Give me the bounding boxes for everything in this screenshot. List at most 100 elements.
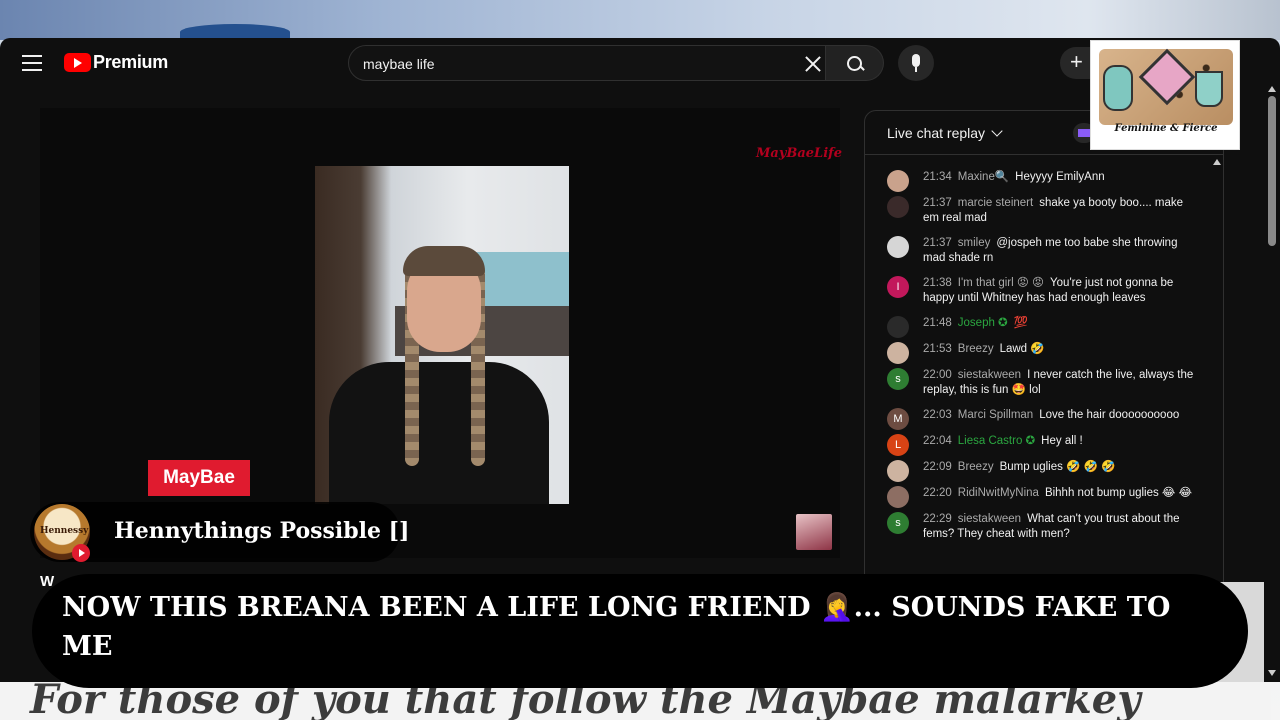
chat-body: Bump uglies 🤣 🤣 🤣 xyxy=(999,461,1116,473)
chat-avatar[interactable]: I xyxy=(887,276,909,298)
channel-watermark: MayBaeLife xyxy=(756,146,842,161)
chat-message-text: 22:04 Liesa Castro ✪ Hey all ! xyxy=(923,434,1195,449)
chat-message[interactable]: 21:37 marcie steinert shake ya booty boo..… xyxy=(865,191,1215,231)
chat-message[interactable]: 21:34 Maxine🔍 Heyyyy EmilyAnn xyxy=(865,165,1215,192)
chat-body: Lawd 🤣 xyxy=(999,343,1045,355)
chat-author[interactable]: Breezy xyxy=(958,343,994,355)
menu-icon[interactable] xyxy=(22,55,42,71)
chat-avatar[interactable] xyxy=(887,342,909,364)
logo-premium-text: Premium xyxy=(93,52,168,72)
chat-message-text: 21:37 smiley @jospeh me too babe she throw… xyxy=(923,236,1195,266)
chat-timestamp: 21:37 xyxy=(923,237,952,249)
chat-avatar[interactable] xyxy=(887,236,909,258)
chat-avatar[interactable]: s xyxy=(887,512,909,534)
chat-timestamp: 22:20 xyxy=(923,487,952,499)
chat-avatar[interactable] xyxy=(887,460,909,482)
background-sky xyxy=(0,0,1280,40)
chat-timestamp: 21:48 xyxy=(923,317,952,329)
chat-timestamp: 21:37 xyxy=(923,197,952,209)
maybae-overlay-label: MayBae xyxy=(148,460,250,496)
chat-timestamp: 21:53 xyxy=(923,343,952,355)
peace-hand-icon xyxy=(1103,65,1133,111)
end-screen-thumbnail[interactable] xyxy=(796,514,832,550)
chat-timestamp: 22:29 xyxy=(923,513,952,525)
chat-body: Heyyyy EmilyAnn xyxy=(1015,171,1105,183)
chat-avatar[interactable] xyxy=(887,196,909,218)
youtube-badge-icon xyxy=(72,544,90,562)
clear-search-icon[interactable] xyxy=(803,54,823,74)
chat-message[interactable]: 21:37 smiley @jospeh me too babe she throw… xyxy=(865,231,1215,271)
chat-avatar[interactable] xyxy=(887,170,909,192)
chat-author[interactable]: siestakween xyxy=(958,513,1021,525)
chat-message[interactable]: s 22:29 siestakween What can't you trust ab… xyxy=(865,507,1215,547)
chat-timestamp: 22:00 xyxy=(923,369,952,381)
chat-author[interactable]: RidiNwitMyNina xyxy=(958,487,1039,499)
video-frame xyxy=(315,166,569,504)
chat-message[interactable]: 22:20 RidiNwitMyNina Bihhh not bump uglies… xyxy=(865,481,1215,508)
chat-author[interactable]: Marci Spillman xyxy=(958,409,1033,421)
chat-message[interactable]: 22:09 Breezy Bump uglies 🤣 🤣 🤣 xyxy=(865,455,1215,482)
chat-message[interactable]: I 21:38 I'm that girl 😡 😡 You're just not g… xyxy=(865,271,1215,311)
microphone-icon[interactable] xyxy=(898,45,934,81)
commenter-name: Hennythings Possible [] xyxy=(114,518,410,544)
search-box xyxy=(348,45,826,81)
coffee-cup-icon xyxy=(1195,71,1223,107)
video-player[interactable]: MayBaeLife MayBae xyxy=(40,108,842,558)
chat-message-text: 21:38 I'm that girl 😡 😡 You're just not go… xyxy=(923,276,1195,306)
scroll-down-icon[interactable] xyxy=(1268,670,1276,676)
chat-author[interactable]: Breezy xyxy=(958,461,994,473)
chat-avatar[interactable]: L xyxy=(887,434,909,456)
chat-message-text: 22:09 Breezy Bump uglies 🤣 🤣 🤣 xyxy=(923,460,1195,475)
chevron-down-icon[interactable] xyxy=(991,125,1003,137)
feminine-fierce-sticker: Feminine & Fierce xyxy=(1090,40,1240,150)
chat-avatar[interactable] xyxy=(887,316,909,338)
chat-message-text: 21:53 Breezy Lawd 🤣 xyxy=(923,342,1195,357)
featured-comment-bubble: NOW THIS BREANA BEEN A LIFE LONG FRIEND … xyxy=(32,574,1248,688)
page-scrollbar[interactable] xyxy=(1266,86,1278,680)
search-input[interactable] xyxy=(363,54,783,74)
sticker-caption: Feminine & Fierce xyxy=(1114,123,1218,134)
chat-message-text: 21:48 Joseph ✪ 💯 xyxy=(923,316,1195,331)
chat-message[interactable]: s 22:00 siestakween I never catch the live,… xyxy=(865,363,1215,403)
chat-message-text: 22:03 Marci Spillman Love the hair doooooo… xyxy=(923,408,1195,423)
chat-timestamp: 22:03 xyxy=(923,409,952,421)
chat-avatar[interactable] xyxy=(887,486,909,508)
chat-author[interactable]: siestakween xyxy=(958,369,1021,381)
featured-comment-text: NOW THIS BREANA BEEN A LIFE LONG FRIEND … xyxy=(62,592,1171,662)
avatar-brand-text: Hennessy xyxy=(40,526,89,536)
chat-author[interactable]: smiley xyxy=(958,237,991,249)
chat-author[interactable]: marcie steinert xyxy=(958,197,1033,209)
page-scroll-thumb[interactable] xyxy=(1268,96,1276,246)
chat-message-list: 21:34 Maxine🔍 Heyyyy EmilyAnn 21:37 marcie s… xyxy=(865,165,1215,547)
chat-mode-dropdown[interactable]: Live chat replay xyxy=(887,125,985,141)
chat-body: Love the hair doooooooooo xyxy=(1039,409,1180,421)
chat-message-text: 22:29 siestakween What can't you trust abo… xyxy=(923,512,1195,542)
chat-timestamp: 22:09 xyxy=(923,461,952,473)
chat-author[interactable]: I'm that girl 😡 😡 xyxy=(958,277,1044,289)
chat-avatar[interactable]: s xyxy=(887,368,909,390)
chat-timestamp: 21:34 xyxy=(923,171,952,183)
chat-body: Hey all ! xyxy=(1041,435,1083,447)
chat-message-text: 22:20 RidiNwitMyNina Bihhh not bump uglies… xyxy=(923,486,1195,501)
chat-author[interactable]: Liesa Castro ✪ xyxy=(958,435,1035,447)
scroll-up-icon[interactable] xyxy=(1268,86,1276,92)
chat-message[interactable]: 21:53 Breezy Lawd 🤣 xyxy=(865,337,1215,364)
chat-author[interactable]: Joseph ✪ xyxy=(958,317,1008,329)
scroll-up-icon[interactable] xyxy=(1213,159,1221,165)
masthead: Premium + xyxy=(0,38,1280,90)
chat-timestamp: 22:04 xyxy=(923,435,952,447)
chat-message[interactable]: M 22:03 Marci Spillman Love the hair dooooo… xyxy=(865,403,1215,430)
chat-body: Bihhh not bump uglies 😂 😂 xyxy=(1044,487,1193,499)
chat-message[interactable]: L 22:04 Liesa Castro ✪ Hey all ! xyxy=(865,429,1215,456)
chat-author[interactable]: Maxine🔍 xyxy=(958,171,1009,183)
chat-message-text: 21:34 Maxine🔍 Heyyyy EmilyAnn xyxy=(923,170,1195,185)
chat-timestamp: 21:38 xyxy=(923,277,952,289)
chat-message-text: 22:00 siestakween I never catch the live, … xyxy=(923,368,1195,398)
chat-message-text: 21:37 marcie steinert shake ya booty boo..… xyxy=(923,196,1195,226)
chat-avatar[interactable]: M xyxy=(887,408,909,430)
youtube-play-icon xyxy=(64,53,91,72)
search-icon[interactable] xyxy=(826,45,884,81)
chat-body: 💯 xyxy=(1013,317,1029,329)
chat-message[interactable]: 21:48 Joseph ✪ 💯 xyxy=(865,311,1215,338)
youtube-logo[interactable]: Premium xyxy=(64,52,168,73)
